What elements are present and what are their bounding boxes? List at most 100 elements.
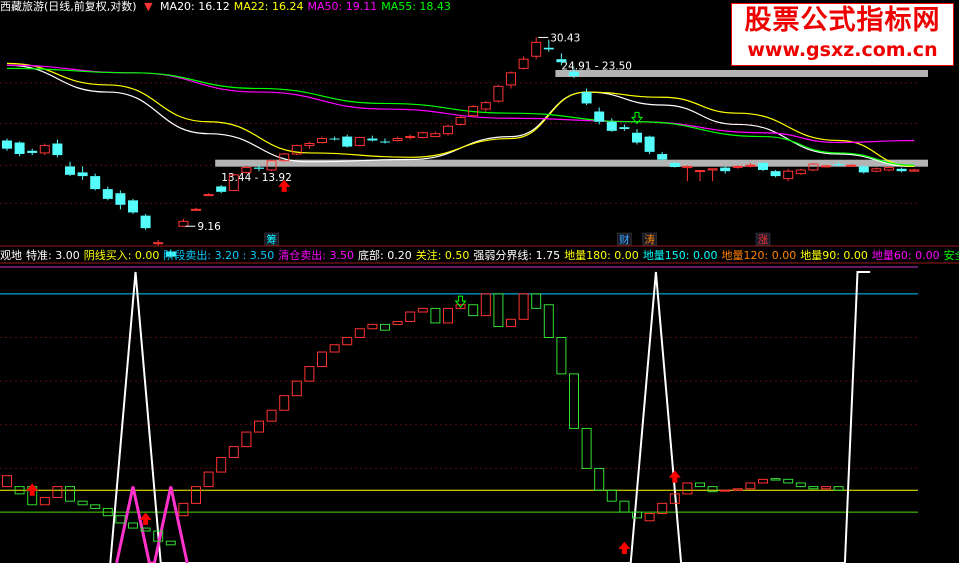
candle [543, 47, 554, 50]
indicator-bar [304, 366, 315, 382]
indicator-bar [543, 304, 554, 338]
indicator-label: 安全买: 0.0 [943, 249, 959, 262]
candle [380, 141, 390, 143]
candle [720, 167, 731, 172]
candle [644, 136, 655, 152]
candle [329, 138, 340, 140]
candle [758, 162, 768, 170]
candle [884, 167, 894, 171]
marker-label: 涨 [758, 234, 769, 246]
indicator-bar [342, 336, 353, 346]
indicator-bar [2, 475, 12, 488]
candle [518, 58, 529, 69]
ma-legend: MA20: 16.12 MA22: 16.24 MA50: 19.11 MA55: 1… [160, 0, 455, 13]
ma-label: MA22: 16.24 [233, 0, 304, 13]
candle [140, 215, 151, 229]
candle [493, 85, 504, 102]
candle [77, 172, 88, 177]
marker-label: 财 [619, 233, 630, 246]
candle [304, 143, 315, 147]
candle [531, 41, 542, 57]
indicator-bar [279, 395, 290, 411]
candle [405, 136, 416, 139]
indicator-bar [518, 293, 529, 320]
marker-label: 筹 [266, 233, 277, 246]
candle [669, 162, 680, 168]
chart-canvas[interactable]: 24.91 - 23.50 13.44 - 13.92 30.43 9.16 筹 财 涛 涨 [0, 0, 959, 563]
candle [833, 164, 844, 166]
indicator-bar [569, 373, 579, 429]
candle [443, 125, 453, 135]
indicator-bar [493, 293, 504, 328]
indicator-bar [77, 500, 88, 506]
candle [153, 242, 164, 245]
indicator-label: 地量120: 0.00 [721, 249, 797, 262]
candle [745, 164, 756, 167]
indicator-bar [367, 323, 378, 330]
candle [909, 169, 920, 172]
candle [65, 166, 75, 175]
extreme-label: 30.43 [550, 32, 580, 44]
candle [632, 132, 642, 143]
price-header: 西藏旅游(日线,前复权,对数) ▼ MA20: 16.12 MA22: 16.24… [0, 0, 459, 13]
band-label: 13.44 - 13.92 [221, 172, 292, 184]
indicator-bar [317, 351, 327, 368]
up-arrow-icon [618, 541, 631, 554]
up-arrow-icon [668, 470, 681, 483]
indicator-bar [594, 467, 605, 491]
candle [707, 168, 718, 171]
indicator-bar [203, 471, 214, 488]
marker-label: 涛 [644, 233, 655, 246]
indicator-bar [581, 427, 592, 469]
brand-url: www.gsxz.com.cn [747, 39, 938, 61]
candle [783, 170, 794, 180]
indicator-bar [720, 489, 731, 492]
stock-title: 西藏旅游(日线,前复权,对数) [0, 0, 137, 13]
down-arrow-icon [454, 295, 467, 308]
indicator-label: 地量60: 0.00 [871, 249, 940, 262]
candle [115, 193, 126, 205]
candle [858, 166, 869, 173]
indicator-bar [443, 307, 453, 324]
indicator-bar [241, 431, 252, 448]
candle [392, 138, 403, 142]
indicator-bar [354, 328, 365, 338]
indicator-bar [531, 293, 542, 309]
candle [581, 92, 592, 104]
candle [191, 208, 201, 211]
brand-watermark: 股票公式指标网 www.gsxz.com.cn [731, 3, 954, 66]
indicator-label: 地量180: 0.00 [564, 249, 639, 262]
candle [846, 164, 857, 167]
candle [342, 136, 353, 147]
indicator-bar [392, 320, 403, 325]
indicator-label: 观地 [0, 249, 22, 262]
candle [354, 137, 365, 147]
indicator-bar [291, 380, 302, 397]
indicator-label: 地量90: 0.00 [800, 249, 868, 262]
indicator-label: 清仓卖出: 3.50 [278, 249, 354, 262]
indicator-bar [783, 478, 794, 484]
candle [128, 200, 138, 213]
candle [216, 186, 227, 192]
ma-label: MA20: 16.12 [160, 0, 230, 13]
indicator-bar [405, 311, 416, 322]
candle [317, 138, 327, 144]
candle [52, 143, 63, 156]
candle [619, 127, 630, 129]
candle [254, 167, 264, 169]
price-grid [0, 82, 918, 204]
down-triangle-icon[interactable]: ▼ [144, 0, 152, 13]
candle [367, 138, 378, 141]
candle [569, 71, 579, 77]
indicator-bar [228, 446, 239, 459]
candle [594, 111, 605, 122]
indicator-bar [821, 486, 831, 490]
indicator-bar [52, 486, 63, 499]
indicator-label: 底部: 0.20 [358, 249, 412, 262]
candle [90, 176, 101, 190]
candle [795, 169, 806, 175]
candle [27, 150, 38, 153]
indicator-bar [795, 482, 806, 488]
indicator-header: 观地 特准: 3.00 阴线买入: 0.00 阶段卖出: 3.20 : 3.50 清仓卖… [0, 249, 959, 262]
indicator-bar [695, 482, 705, 488]
